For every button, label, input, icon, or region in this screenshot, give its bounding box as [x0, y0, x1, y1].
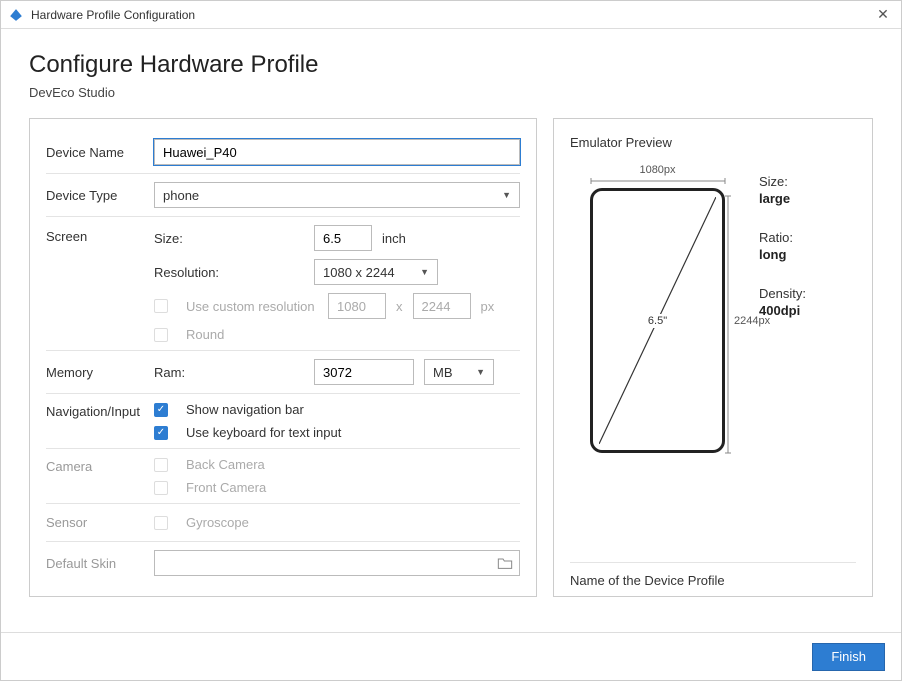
- device-type-value: phone: [163, 188, 199, 203]
- chevron-down-icon: ▼: [476, 367, 485, 377]
- page-subtitle: DevEco Studio: [29, 85, 873, 100]
- dimension-line-top: [583, 178, 733, 184]
- round-checkbox[interactable]: [154, 328, 168, 342]
- preview-height-label: 2244px: [734, 315, 770, 327]
- sensor-label: Sensor: [46, 515, 154, 530]
- front-camera-checkbox[interactable]: [154, 481, 168, 495]
- device-name-input[interactable]: [154, 139, 520, 165]
- preview-panel: Emulator Preview 1080px: [553, 118, 873, 597]
- custom-res-width-input: [328, 293, 386, 319]
- chevron-down-icon: ▼: [502, 190, 511, 200]
- custom-res-unit: px: [481, 299, 495, 314]
- window-title: Hardware Profile Configuration: [31, 8, 873, 22]
- ram-label: Ram:: [154, 365, 304, 380]
- device-type-select[interactable]: phone ▼: [154, 182, 520, 208]
- device-name-label: Device Name: [46, 145, 154, 160]
- ratio-value: long: [759, 247, 856, 262]
- custom-resolution-label: Use custom resolution: [186, 299, 318, 314]
- preview-stats: Size: large Ratio: long Density: 400dpi: [759, 164, 856, 453]
- ram-input[interactable]: [314, 359, 414, 385]
- folder-icon: [497, 556, 513, 570]
- ram-unit-value: MB: [433, 365, 453, 380]
- use-keyboard-checkbox[interactable]: [154, 426, 168, 440]
- chevron-down-icon: ▼: [420, 267, 429, 277]
- preview-footer: Name of the Device Profile: [570, 562, 856, 588]
- back-camera-checkbox[interactable]: [154, 458, 168, 472]
- gyroscope-checkbox[interactable]: [154, 516, 168, 530]
- screen-size-unit: inch: [382, 231, 406, 246]
- dimension-line-side: [725, 192, 731, 457]
- device-preview: 1080px 6.5": [570, 164, 745, 453]
- back-camera-label: Back Camera: [186, 457, 265, 472]
- ratio-key: Ratio:: [759, 230, 856, 245]
- round-label: Round: [186, 327, 224, 342]
- size-key: Size:: [759, 174, 856, 189]
- gyroscope-label: Gyroscope: [186, 515, 249, 530]
- front-camera-label: Front Camera: [186, 480, 266, 495]
- custom-resolution-checkbox[interactable]: [154, 299, 168, 313]
- nav-label: Navigation/Input: [46, 402, 154, 419]
- preview-title: Emulator Preview: [570, 135, 856, 150]
- app-icon: [9, 8, 23, 22]
- dialog-footer: Finish: [1, 632, 901, 680]
- density-value: 400dpi: [759, 303, 856, 318]
- show-nav-bar-label: Show navigation bar: [186, 402, 304, 417]
- density-key: Density:: [759, 286, 856, 301]
- preview-width-label: 1080px: [570, 164, 745, 176]
- screen-label: Screen: [46, 225, 154, 244]
- ram-unit-select[interactable]: MB ▼: [424, 359, 494, 385]
- finish-button[interactable]: Finish: [812, 643, 885, 671]
- memory-label: Memory: [46, 365, 154, 380]
- close-icon[interactable]: ✕: [873, 6, 893, 23]
- phone-outline: 6.5": [590, 188, 725, 453]
- default-skin-label: Default Skin: [46, 556, 154, 571]
- resolution-select[interactable]: 1080 x 2244 ▼: [314, 259, 438, 285]
- size-value: large: [759, 191, 856, 206]
- config-panel: Device Name Device Type phone ▼ Screen S…: [29, 118, 537, 597]
- default-skin-input[interactable]: [154, 550, 520, 576]
- screen-size-label: Size:: [154, 231, 304, 246]
- resolution-value: 1080 x 2244: [323, 265, 395, 280]
- page-title: Configure Hardware Profile: [29, 51, 873, 79]
- use-keyboard-label: Use keyboard for text input: [186, 425, 341, 440]
- device-type-label: Device Type: [46, 188, 154, 203]
- custom-res-x: x: [396, 299, 403, 314]
- title-bar: Hardware Profile Configuration ✕: [1, 1, 901, 29]
- resolution-label: Resolution:: [154, 265, 304, 280]
- custom-res-height-input: [413, 293, 471, 319]
- screen-size-input[interactable]: [314, 225, 372, 251]
- preview-diagonal-label: 6.5": [646, 314, 669, 328]
- show-nav-bar-checkbox[interactable]: [154, 403, 168, 417]
- camera-label: Camera: [46, 457, 154, 474]
